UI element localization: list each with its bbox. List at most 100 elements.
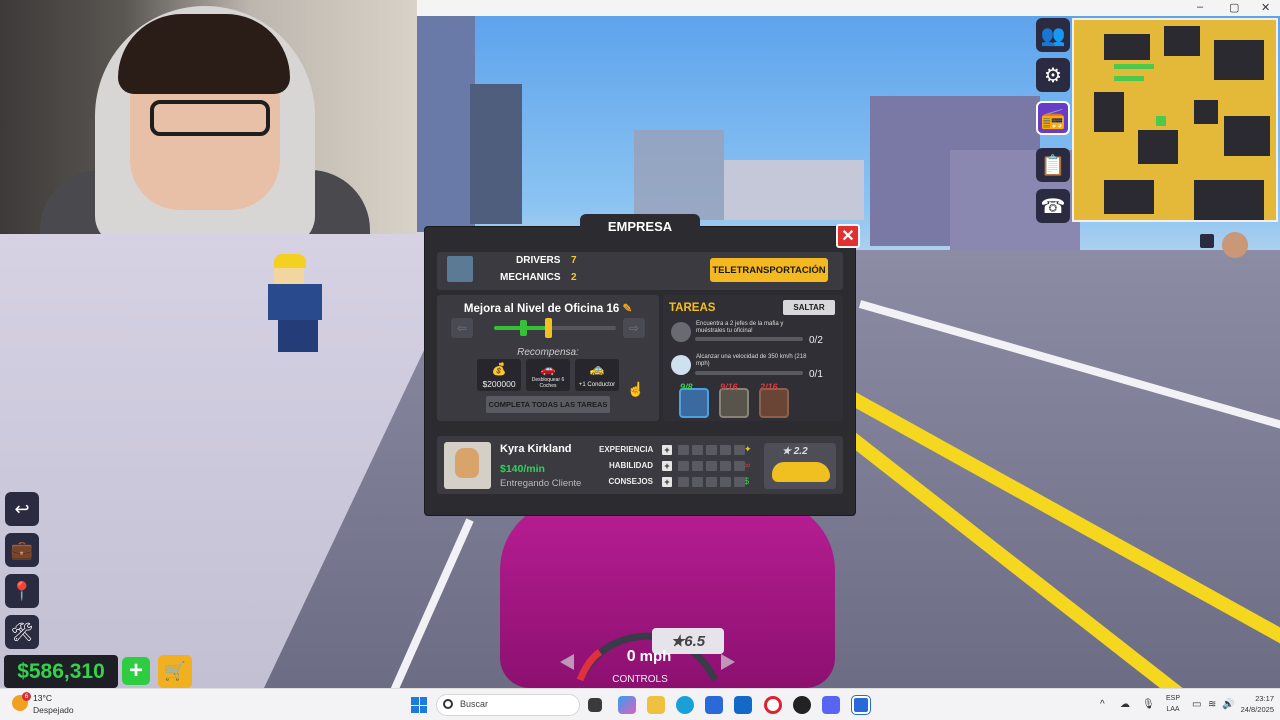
stone-material-count: 9/16	[720, 382, 738, 392]
reward-label: Recompensa:	[517, 347, 579, 358]
weather-temp[interactable]: 13°C	[33, 693, 52, 703]
car-wrench-icon: 🛠	[10, 621, 34, 642]
file-explorer-icon[interactable]	[647, 696, 665, 714]
skill-level-box	[720, 477, 731, 487]
chevron-up-icon[interactable]: ^	[1100, 699, 1105, 710]
undo-button[interactable]: ↩	[5, 492, 39, 526]
teleport-button[interactable]: TELETRANSPORTACIÓN	[710, 258, 828, 282]
clock[interactable]: 23:17 24/8/2025	[1224, 693, 1274, 715]
briefcase-icon: 💼	[10, 539, 34, 560]
progress-marker-current	[545, 318, 552, 338]
undo-icon: ↩	[14, 498, 30, 519]
phone-icon: ☎	[1040, 195, 1066, 218]
minimize-button[interactable]: –	[1197, 1, 1203, 13]
skip-button[interactable]: SALTAR	[783, 300, 835, 315]
modal-title: EMPRESA	[580, 214, 700, 238]
radio-icon: 📻	[1040, 107, 1066, 130]
language-indicator[interactable]: ESP LAA	[1160, 693, 1186, 715]
monitor-icon[interactable]: ▭	[1192, 699, 1201, 710]
drivers-count: 7	[571, 255, 577, 266]
task-text: Alcanzar una velocidad de 350 km/h (218 …	[696, 354, 807, 367]
experience-icon: ✦	[744, 444, 752, 454]
employee-car-rating: ★ 2.2	[782, 446, 808, 457]
roblox-icon[interactable]	[851, 695, 871, 715]
gear-icon: ⚙	[1044, 64, 1062, 87]
lock-icon[interactable]	[1200, 234, 1214, 248]
close-modal-button[interactable]: ✕	[836, 224, 860, 248]
tasks-title: TAREAS	[669, 302, 716, 314]
add-money-button[interactable]: +	[122, 657, 150, 685]
start-button[interactable]	[411, 697, 427, 713]
upgrade-title: Mejora al Nivel de Oficina 16 ✎	[463, 303, 633, 315]
speed-value: 0	[626, 648, 636, 665]
search-input[interactable]	[436, 694, 580, 716]
player-avatar[interactable]	[1222, 232, 1248, 258]
reward-driver: 🚕 +1 Conductor	[575, 359, 619, 391]
cart-icon: 🛒	[163, 661, 187, 681]
windows-taskbar: 6 13°C Despejado Buscar ^ ☁ 🎙 ESP LAA ▭ …	[0, 688, 1280, 720]
skill-level-box	[706, 445, 717, 455]
weather-desc[interactable]: Despejado	[33, 705, 74, 715]
garage-button[interactable]: 🛠	[5, 615, 39, 649]
skill-level-box	[678, 477, 689, 487]
minimap[interactable]	[1072, 18, 1278, 222]
microphone-icon[interactable]: 🎙	[1142, 699, 1155, 710]
car-icon: 🚗	[540, 362, 556, 376]
arrow-left-icon: ⇦	[456, 321, 468, 335]
edge-icon[interactable]	[676, 696, 694, 714]
office-building-icon	[447, 256, 473, 282]
complete-all-tasks-button[interactable]: COMPLETA TODAS LAS TAREAS	[486, 396, 610, 413]
speed-unit: mph	[639, 648, 672, 665]
opera-icon[interactable]	[764, 696, 782, 714]
briefcase-button[interactable]: 💼	[5, 533, 39, 567]
upgrade-experience-button[interactable]: +	[662, 445, 672, 455]
upgrade-tips-button[interactable]: +	[662, 477, 672, 487]
maximize-button[interactable]: ▢	[1229, 1, 1239, 14]
employee-status: Entregando Cliente	[500, 478, 582, 489]
steer-left-icon[interactable]	[560, 654, 574, 670]
outlook-icon[interactable]	[734, 696, 752, 714]
wind-icon	[671, 355, 691, 375]
shop-button[interactable]: 🛒	[158, 655, 192, 688]
copilot-icon[interactable]	[618, 696, 636, 714]
mouse-cursor-icon: ☝	[627, 381, 645, 397]
settings-button[interactable]: ⚙	[1036, 58, 1070, 92]
cloud-icon[interactable]: ☁	[1120, 699, 1130, 710]
task-text: Encuentra a 2 jefes de la mafia y muéstr…	[696, 321, 784, 334]
taxi-icon: 🚕	[589, 362, 605, 376]
controls-button[interactable]: CONTROLS	[600, 674, 680, 685]
skill-level-box	[734, 445, 745, 455]
search-icon	[443, 699, 453, 709]
steer-right-icon[interactable]	[721, 654, 735, 670]
prev-level-button[interactable]: ⇦	[451, 318, 473, 338]
discord-icon[interactable]	[822, 696, 840, 714]
pencil-icon: ✎	[622, 303, 633, 315]
player-character	[266, 254, 324, 352]
task-view-icon[interactable]	[588, 698, 602, 712]
github-icon[interactable]	[793, 696, 811, 714]
window-titlebar: – ▢ ✕	[417, 0, 1280, 16]
task-count: 0/2	[809, 335, 823, 346]
reward-cars: 🚗 Desbloquear 6 Coches	[526, 359, 570, 391]
close-window-button[interactable]: ✕	[1261, 1, 1270, 14]
store-icon[interactable]	[705, 696, 723, 714]
mafia-icon	[671, 322, 691, 342]
next-level-button[interactable]: ⇨	[623, 318, 645, 338]
arrow-right-icon: ⇨	[628, 321, 640, 335]
location-pin-icon: 📍	[10, 580, 34, 601]
skill-label-ability: HABILIDAD	[609, 461, 653, 470]
radio-button[interactable]: 📻	[1036, 101, 1070, 135]
wood-material-count: 2/16	[760, 382, 778, 392]
skill-level-box	[678, 445, 689, 455]
skill-level-box	[720, 461, 731, 471]
location-button[interactable]: 📍	[5, 574, 39, 608]
drivers-label: DRIVERS	[516, 255, 561, 266]
friends-button[interactable]: 👥	[1036, 18, 1070, 52]
phone-button[interactable]: ☎	[1036, 189, 1070, 223]
skill-level-box	[692, 461, 703, 471]
upgrade-ability-button[interactable]: +	[662, 461, 672, 471]
clipboard-button[interactable]: 📋	[1036, 148, 1070, 182]
wifi-icon[interactable]: ≋	[1208, 699, 1216, 710]
employee-face-icon	[455, 448, 479, 478]
reward-text: Desbloquear 6 Coches	[531, 377, 565, 389]
